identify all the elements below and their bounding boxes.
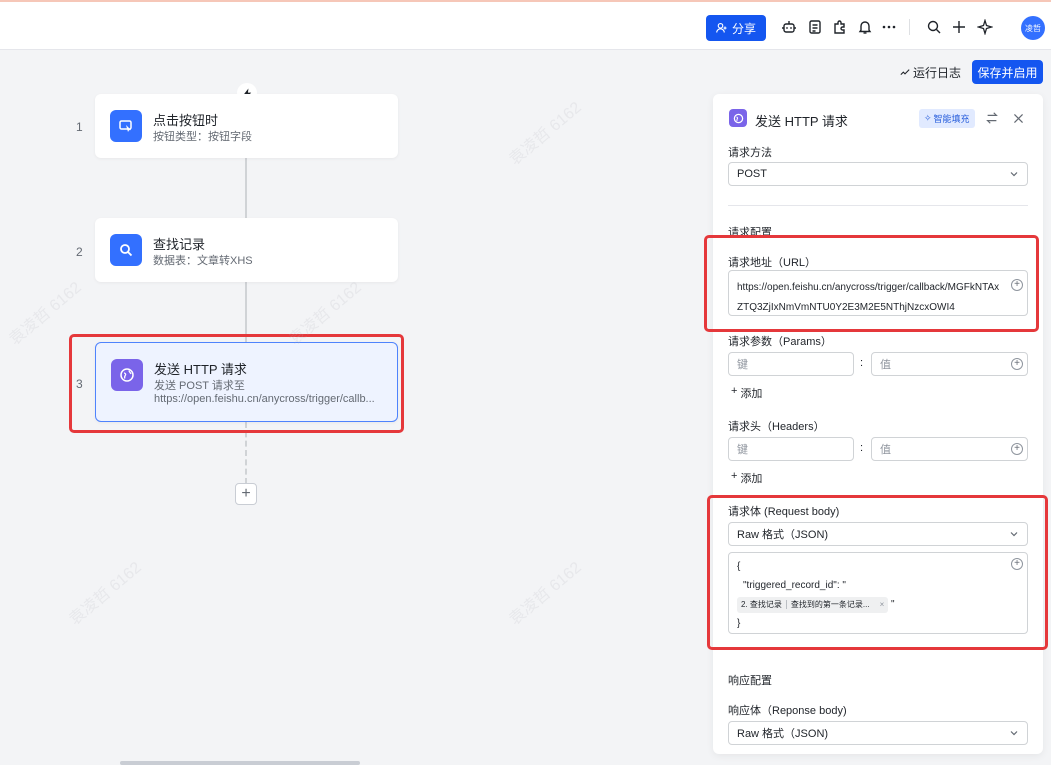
chevron-down-icon xyxy=(1010,731,1018,736)
headers-value-input[interactable]: 值 xyxy=(871,437,1028,461)
method-label: 请求方法 xyxy=(728,147,772,159)
http-request-config-panel: 发送 HTTP 请求 ✧ 智能填充 请求方法 POST 请求配置 请求地址（UR… xyxy=(713,94,1043,754)
headers-value-placeholder: 值 xyxy=(880,444,891,456)
headers-add-label: 添加 xyxy=(740,473,763,485)
divider xyxy=(728,205,1028,206)
plugin-icon[interactable] xyxy=(831,18,849,36)
run-log-label: 运行日志 xyxy=(913,66,962,80)
horizontal-scrollbar[interactable] xyxy=(120,761,360,765)
step-number: 2 xyxy=(76,245,83,259)
node-title: 查找记录 xyxy=(153,237,206,252)
method-value: POST xyxy=(737,168,767,180)
form-icon[interactable] xyxy=(806,18,824,36)
params-key-input[interactable]: 键 xyxy=(728,352,854,376)
response-body-label: 响应体（Reponse body) xyxy=(728,705,847,717)
trend-icon xyxy=(900,68,910,75)
sparkle-icon: ✧ xyxy=(924,113,932,123)
toolbar-divider xyxy=(909,19,910,35)
plus-icon: + xyxy=(731,385,738,397)
swap-icon[interactable] xyxy=(984,110,1000,126)
response-config-label: 响应配置 xyxy=(728,675,772,687)
plus-icon: + xyxy=(731,470,738,482)
smart-fill-button[interactable]: ✧ 智能填充 xyxy=(919,109,975,128)
user-share-icon xyxy=(716,22,727,33)
params-add-label: 添加 xyxy=(740,388,763,400)
chevron-down-icon xyxy=(1010,172,1018,177)
insert-variable-icon[interactable]: + xyxy=(1011,358,1023,370)
params-key-placeholder: 键 xyxy=(737,359,748,371)
headers-key-placeholder: 键 xyxy=(737,444,748,456)
avatar[interactable]: 凌哲 xyxy=(1021,16,1045,40)
top-bar: 分享 凌哲 xyxy=(0,0,1051,50)
highlight-box xyxy=(707,495,1048,650)
bell-icon[interactable] xyxy=(856,18,874,36)
sparkle-icon[interactable] xyxy=(976,18,994,36)
flow-connector xyxy=(245,282,247,342)
params-value-input[interactable]: 值 xyxy=(871,352,1028,376)
run-log-button[interactable]: 运行日志 xyxy=(900,64,961,81)
flow-node-button-click[interactable]: 点击按钮时 按钮类型：按钮字段 xyxy=(95,94,398,158)
search-icon xyxy=(110,234,142,266)
more-icon[interactable] xyxy=(880,18,898,36)
panel-title: 发送 HTTP 请求 xyxy=(755,114,848,129)
watermark: 袁凌哲 6162 xyxy=(66,559,145,629)
headers-key-input[interactable]: 键 xyxy=(728,437,854,461)
search-icon[interactable] xyxy=(925,18,943,36)
flow-connector xyxy=(245,158,247,218)
watermark: 袁凌哲 6162 xyxy=(506,99,585,169)
smart-fill-label: 智能填充 xyxy=(933,114,970,124)
headers-add-button[interactable]: + 添加 xyxy=(731,470,762,486)
params-label: 请求参数（Params） xyxy=(728,336,832,348)
kv-separator: : xyxy=(860,442,864,454)
node-title: 点击按钮时 xyxy=(153,113,219,128)
insert-variable-icon[interactable]: + xyxy=(1011,443,1023,455)
close-icon[interactable] xyxy=(1010,110,1026,126)
kv-separator: : xyxy=(860,357,864,369)
flow-node-find-record[interactable]: 查找记录 数据表：文章转XHS xyxy=(95,218,398,282)
add-node-button[interactable]: + xyxy=(235,483,257,505)
response-format-select[interactable]: Raw 格式（JSON) xyxy=(728,721,1028,745)
share-label: 分享 xyxy=(731,21,756,36)
headers-label: 请求头（Headers） xyxy=(728,421,825,433)
params-value-placeholder: 值 xyxy=(880,359,891,371)
method-select[interactable]: POST xyxy=(728,162,1028,186)
share-button[interactable]: 分享 xyxy=(706,15,766,41)
plus-icon[interactable] xyxy=(950,18,968,36)
robot-icon[interactable] xyxy=(780,18,798,36)
node-subtitle: 按钮类型：按钮字段 xyxy=(153,131,252,143)
highlight-box xyxy=(704,235,1039,332)
cursor-click-icon xyxy=(110,110,142,142)
node-subtitle: 数据表：文章转XHS xyxy=(153,255,253,267)
response-format-value: Raw 格式（JSON) xyxy=(737,728,829,740)
step-number: 1 xyxy=(76,120,83,134)
watermark: 袁凌哲 6162 xyxy=(506,559,585,629)
highlight-box xyxy=(69,334,404,433)
globe-icon xyxy=(729,109,747,127)
params-add-button[interactable]: + 添加 xyxy=(731,385,762,401)
save-enable-button[interactable]: 保存并启用 xyxy=(972,60,1043,84)
